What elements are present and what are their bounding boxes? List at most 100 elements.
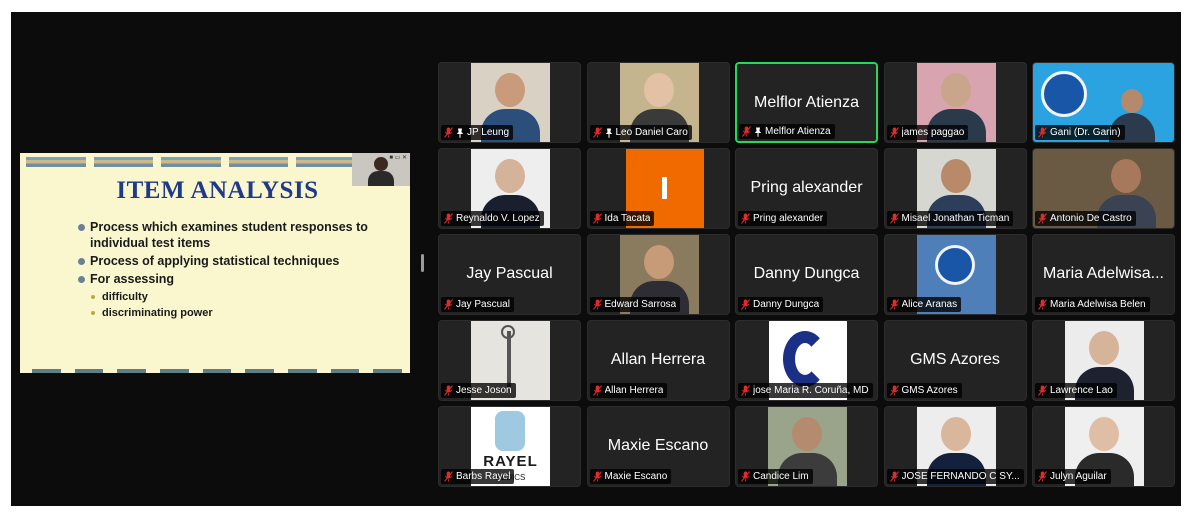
pin-icon: [605, 128, 612, 138]
participant-tile[interactable]: Melflor Atienza Melflor Atienza: [735, 62, 878, 143]
slide-sub-bullet: discriminating power: [78, 305, 388, 321]
participant-name: Julyn Aguilar: [1050, 471, 1107, 482]
mic-muted-icon: [444, 385, 453, 396]
participant-name-label: Maxie Escano: [589, 469, 672, 484]
participant-display-name: Danny Dungca: [753, 265, 860, 282]
participant-tile[interactable]: JOSE FERNANDO C SY...: [883, 406, 1027, 487]
participant-tile[interactable]: Antonio De Castro: [1032, 148, 1175, 229]
participant-head: [643, 245, 674, 279]
presenter-body: [368, 171, 394, 186]
participant-name-label: Allan Herrera: [589, 383, 668, 398]
participant-name: JOSE FERNANDO C SY...: [901, 471, 1020, 482]
mic-muted-icon: [1038, 127, 1047, 138]
participant-head: [940, 159, 971, 193]
participant-tile[interactable]: Misael Jonathan Ticman: [883, 148, 1027, 229]
mic-muted-icon: [741, 299, 750, 310]
participant-name: Alice Aranas: [901, 299, 958, 310]
participant-name-label: Pring alexander: [738, 211, 828, 226]
mic-muted-icon: [1038, 299, 1047, 310]
participant-tile[interactable]: Pring alexander Pring alexander: [735, 148, 878, 229]
participant-name-label: Alice Aranas: [886, 297, 962, 312]
mic-muted-icon: [592, 471, 602, 482]
participant-name-label: Candice Lim: [738, 469, 813, 484]
participant-tile[interactable]: Allan Herrera Allan Herrera: [586, 320, 730, 401]
split-drag-handle[interactable]: [421, 254, 424, 272]
participant-tile[interactable]: Maxie Escano Maxie Escano: [586, 406, 730, 487]
participant-tile[interactable]: Alice Aranas: [883, 234, 1027, 315]
participant-name-label: Melflor Atienza: [739, 124, 835, 139]
participant-tile[interactable]: JP Leung: [438, 62, 581, 143]
slide-bottom-decoration: [32, 369, 403, 373]
participant-head: [1089, 331, 1119, 365]
participant-name: JP Leung: [467, 127, 510, 138]
participant-display-name: Jay Pascual: [466, 265, 553, 282]
slide-top-decoration: [26, 157, 356, 167]
mic-muted-icon: [889, 213, 899, 224]
participant-display-name: Maria Adelwisa...: [1043, 265, 1164, 282]
participant-name-label: Leo Daniel Caro: [589, 125, 692, 140]
participant-head: [940, 417, 971, 451]
participant-name: Ida Tacata: [604, 213, 651, 224]
mic-muted-icon: [592, 213, 602, 224]
participant-name: Barbs Rayel: [456, 471, 511, 482]
logo-text: RAYEL: [483, 453, 538, 470]
participant-name: GMS Azores: [901, 385, 958, 396]
slide-sub-bullet: difficulty: [78, 289, 388, 305]
participant-head: [1121, 89, 1143, 113]
mic-muted-icon: [889, 471, 899, 482]
participant-tile[interactable]: Maria Adelwisa... Maria Adelwisa Belen: [1032, 234, 1175, 315]
participant-name: james paggao: [901, 127, 965, 138]
participant-tile[interactable]: Gani (Dr. Garin): [1032, 62, 1175, 143]
participant-name-label: JP Leung: [441, 125, 514, 140]
participant-tile[interactable]: Jesse Joson: [438, 320, 581, 401]
participant-name-label: Gani (Dr. Garin): [1035, 125, 1125, 140]
seal-logo: [934, 245, 975, 285]
participant-name-label: Danny Dungca: [738, 297, 824, 312]
participant-name-label: Maria Adelwisa Belen: [1035, 297, 1150, 312]
participant-tile[interactable]: jose Maria R. Coruña, MD: [735, 320, 878, 401]
mic-muted-icon: [592, 127, 602, 138]
mic-muted-icon: [889, 127, 899, 138]
participant-name: Jay Pascual: [456, 299, 510, 310]
mic-muted-icon: [742, 126, 751, 137]
participant-tile[interactable]: Leo Daniel Caro: [586, 62, 730, 143]
participant-name-label: Julyn Aguilar: [1035, 469, 1111, 484]
participant-head: [940, 73, 971, 107]
participant-tile[interactable]: Candice Lim: [735, 406, 878, 487]
participant-tile[interactable]: james paggao: [883, 62, 1027, 143]
slide-bullet: For assessing: [78, 271, 388, 287]
mic-muted-icon: [1038, 385, 1047, 396]
mic-muted-icon: [444, 127, 453, 138]
shared-screen[interactable]: ITEM ANALYSIS Process which examines stu…: [20, 153, 410, 373]
mic-muted-icon: [444, 299, 453, 310]
participant-tile[interactable]: Lawrence Lao: [1032, 320, 1175, 401]
seal-logo: [1041, 71, 1087, 117]
participant-name-label: james paggao: [886, 125, 969, 140]
participant-tile[interactable]: Julyn Aguilar: [1032, 406, 1175, 487]
participant-tile[interactable]: Edward Sarrosa: [586, 234, 730, 315]
logo-graphic: [495, 411, 525, 451]
participant-head: [643, 73, 674, 107]
mic-muted-icon: [741, 213, 750, 224]
participant-display-name: Melflor Atienza: [754, 94, 859, 111]
participant-tile[interactable]: Danny Dungca Danny Dungca: [735, 234, 878, 315]
mic-muted-icon: [1038, 213, 1047, 224]
participant-tile[interactable]: Reynaldo V. Lopez: [438, 148, 581, 229]
participant-name: Jesse Joson: [456, 385, 512, 396]
participant-tile[interactable]: RAYEL AEDICSBarbs Rayel: [438, 406, 581, 487]
participant-name: Melflor Atienza: [765, 126, 831, 137]
participant-name: Candice Lim: [753, 471, 809, 482]
participant-head: [792, 417, 822, 451]
participant-name: Maxie Escano: [604, 471, 668, 482]
participant-name-label: Edward Sarrosa: [589, 297, 681, 312]
thumbnail-controls-icon[interactable]: ■ ▭ ✕: [389, 154, 407, 161]
participant-name: Danny Dungca: [753, 299, 820, 310]
presenter-thumbnail[interactable]: ■ ▭ ✕: [352, 153, 410, 186]
participant-gallery: JP Leung Leo Daniel Caro Melflor Atienza M…: [438, 62, 1177, 487]
participant-display-name: Maxie Escano: [607, 437, 709, 454]
participant-tile[interactable]: Ida Tacata: [586, 148, 730, 229]
participant-name: Leo Daniel Caro: [615, 127, 688, 138]
participant-tile[interactable]: GMS Azores GMS Azores: [883, 320, 1027, 401]
participant-name-label: GMS Azores: [886, 383, 962, 398]
participant-tile[interactable]: Jay Pascual Jay Pascual: [438, 234, 581, 315]
